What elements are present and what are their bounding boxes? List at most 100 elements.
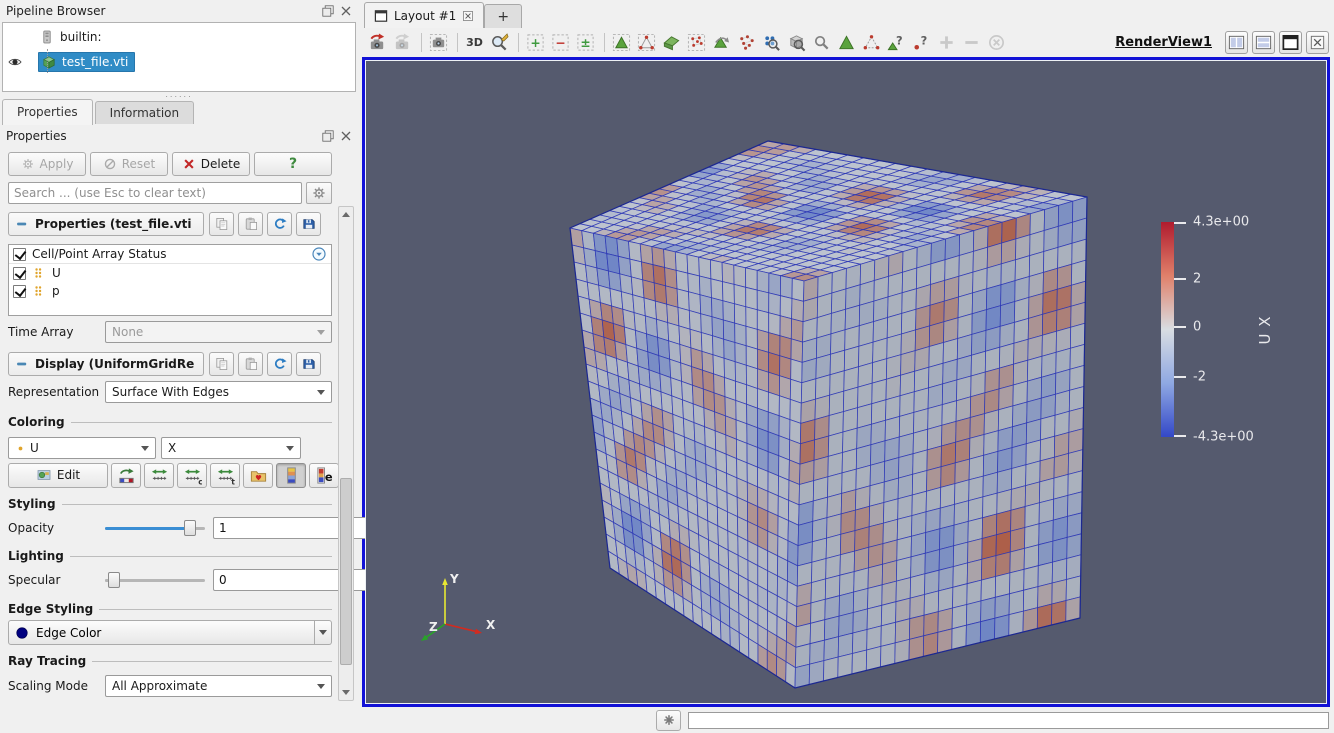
array-status-checkbox[interactable] — [13, 248, 26, 261]
split-vertical-button[interactable] — [1252, 31, 1275, 54]
zoom-to-data-button[interactable] — [488, 31, 511, 54]
scaling-mode-value: All Approximate — [112, 679, 207, 693]
float-properties-icon[interactable] — [320, 128, 336, 144]
split-horizontal-button[interactable] — [1225, 31, 1248, 54]
search-options-button[interactable] — [306, 182, 332, 204]
tab-properties[interactable]: Properties — [2, 99, 93, 125]
zoom-to-data-icon — [490, 33, 509, 52]
time-array-label: Time Array — [8, 325, 105, 339]
tab-information[interactable]: Information — [95, 101, 194, 124]
color-legend-bar[interactable] — [1161, 222, 1174, 437]
float-panel-icon[interactable] — [320, 3, 336, 19]
grow-selection-button[interactable] — [935, 31, 958, 54]
maximize-view-button[interactable] — [1279, 31, 1302, 54]
toggle-selection-button[interactable]: ± — [574, 31, 597, 54]
subtract-selection-button[interactable]: − — [549, 31, 572, 54]
edit-color-map-button[interactable]: Edit — [8, 463, 108, 488]
specular-slider[interactable] — [105, 571, 205, 589]
close-panel-icon[interactable] — [338, 3, 354, 19]
add-layout-tab[interactable]: + — [484, 4, 522, 28]
interactive-select-points-button[interactable] — [760, 31, 783, 54]
select-points-on-button[interactable] — [635, 31, 658, 54]
render-view[interactable]: XYZ 4.3e+0020-2-4.3e+00 U X — [362, 57, 1330, 707]
select-points-through-button[interactable] — [685, 31, 708, 54]
delete-button[interactable]: Delete — [172, 152, 250, 176]
properties-restore-defaults-button[interactable] — [267, 212, 292, 236]
reset-button[interactable]: Reset — [90, 152, 168, 176]
query-points-button[interactable]: ? — [910, 31, 933, 54]
interactive-select-blocks-button[interactable] — [860, 31, 883, 54]
clear-selection-button[interactable] — [985, 31, 1008, 54]
array-checkbox[interactable] — [13, 267, 26, 280]
rescale-to-data-range-button[interactable] — [111, 463, 141, 488]
properties-save-defaults-button[interactable] — [296, 212, 321, 236]
apply-button[interactable]: Apply — [8, 152, 86, 176]
camera-undo-button[interactable] — [366, 31, 389, 54]
opacity-slider[interactable] — [105, 519, 205, 537]
search-input[interactable] — [8, 182, 302, 204]
layout-tabbar: Layout #1 + — [358, 0, 1334, 28]
help-button[interactable]: ? — [254, 152, 332, 176]
scaling-mode-combo[interactable]: All Approximate — [105, 675, 332, 697]
representation-combo[interactable]: Surface With Edges — [105, 381, 332, 403]
scrollbar-thumb[interactable] — [340, 478, 352, 665]
svg-text:X: X — [486, 618, 496, 632]
render-viewport[interactable]: XYZ 4.3e+0020-2-4.3e+00 U X — [365, 60, 1327, 704]
array-combo-icon[interactable] — [311, 246, 327, 262]
shrink-selection-button[interactable] — [960, 31, 983, 54]
close-properties-icon[interactable] — [338, 128, 354, 144]
hover-points-button[interactable] — [810, 31, 833, 54]
select-cells-on-button[interactable] — [610, 31, 633, 54]
display-section-header[interactable]: Display (UniformGridRe — [8, 352, 204, 376]
choose-preset-button[interactable] — [243, 463, 273, 488]
interactive-select-cells-button[interactable] — [785, 31, 808, 54]
camera-redo-button[interactable] — [391, 31, 414, 54]
toggle-2d3d-button[interactable]: 3D — [463, 31, 486, 54]
properties-copy-properties-button[interactable] — [209, 212, 234, 236]
subtract-selection-icon: − — [551, 33, 570, 52]
visibility-eye-icon[interactable] — [7, 54, 23, 70]
display-copy-properties-button[interactable] — [209, 352, 234, 376]
display-save-defaults-button[interactable] — [296, 352, 321, 376]
select-cells-through-button[interactable] — [660, 31, 683, 54]
scroll-up-icon[interactable] — [339, 207, 353, 222]
array-row-U[interactable]: U — [9, 264, 331, 282]
svg-text:±: ± — [580, 35, 590, 49]
tab-layout1[interactable]: Layout #1 — [364, 2, 484, 28]
properties-scrollbar[interactable] — [338, 206, 354, 701]
properties-paste-properties-button[interactable] — [238, 212, 263, 236]
display-restore-defaults-button[interactable] — [267, 352, 292, 376]
properties-section-header[interactable]: Properties (test_file.vti — [8, 212, 204, 236]
selected-source-chip[interactable]: test_file.vti — [38, 52, 135, 72]
color-array-combo[interactable]: U — [8, 437, 156, 459]
time-array-combo[interactable]: None — [105, 321, 332, 343]
add-selection-button[interactable]: + — [524, 31, 547, 54]
query-cells-button[interactable]: ? — [885, 31, 908, 54]
show-color-legend-button[interactable] — [276, 463, 306, 488]
select-points-polygon-button[interactable] — [735, 31, 758, 54]
close-view-button[interactable] — [1306, 31, 1329, 54]
scroll-down-icon[interactable] — [339, 685, 353, 700]
close-tab-icon[interactable] — [461, 9, 475, 23]
render-view-name[interactable]: RenderView1 — [1115, 35, 1212, 50]
edge-color-dropdown[interactable] — [315, 620, 332, 645]
rescale-to-custom-range-button[interactable]: c — [177, 463, 207, 488]
save-screenshot-button[interactable] — [427, 31, 450, 54]
pipeline-item-test-file[interactable]: test_file.vti — [3, 51, 355, 73]
select-block-button[interactable] — [835, 31, 858, 54]
slider-handle[interactable] — [184, 520, 196, 536]
array-row-p[interactable]: p — [9, 282, 331, 300]
select-cells-polygon-button[interactable] — [710, 31, 733, 54]
rescale-to-visible-range-button[interactable] — [144, 463, 174, 488]
edit-color-legend-button[interactable]: e — [309, 463, 339, 488]
color-component-combo[interactable]: X — [161, 437, 301, 459]
color-legend[interactable]: 4.3e+0020-2-4.3e+00 U X — [1161, 222, 1321, 437]
slider-handle[interactable] — [108, 572, 120, 588]
abort-progress-button[interactable] — [656, 710, 681, 731]
pipeline-item-builtin[interactable]: builtin: — [3, 26, 355, 48]
lighting-section-label: Lighting — [8, 548, 332, 564]
edge-color-button[interactable]: Edge Color — [8, 620, 315, 645]
rescale-to-temporal-range-button[interactable]: t — [210, 463, 240, 488]
array-checkbox[interactable] — [13, 285, 26, 298]
display-paste-properties-button[interactable] — [238, 352, 263, 376]
